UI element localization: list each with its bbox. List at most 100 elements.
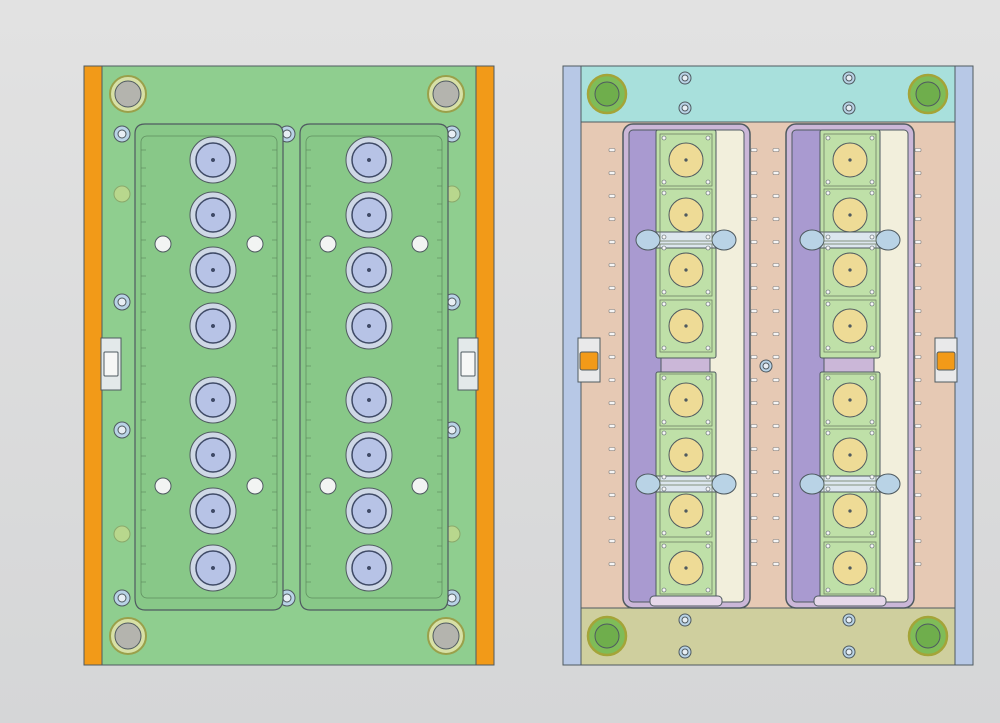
cavity-plate-right-strip <box>475 65 495 666</box>
core-screw <box>869 289 875 295</box>
slider-stud <box>772 194 780 198</box>
slider-stud <box>772 401 780 405</box>
mold-drawing-viewport <box>0 0 1000 723</box>
slider-stud <box>772 378 780 382</box>
slider-guide-end <box>875 229 901 251</box>
core-screw <box>825 190 831 196</box>
water-plug-core <box>282 129 292 139</box>
water-plug-core <box>117 593 127 603</box>
core-screw <box>705 375 711 381</box>
slider-stud <box>772 240 780 244</box>
slider-stud <box>608 562 616 566</box>
core-screw <box>705 289 711 295</box>
slider-stud <box>914 355 922 359</box>
cavity-plate <box>83 65 495 666</box>
slider-stud <box>772 263 780 267</box>
slider-stud <box>750 562 758 566</box>
cavity-gate-point <box>366 565 372 571</box>
slider-stud <box>608 240 616 244</box>
guide-pin <box>594 81 620 107</box>
slider-stud <box>914 562 922 566</box>
slider-stud <box>608 355 616 359</box>
core-screw <box>825 234 831 240</box>
core-screw <box>661 375 667 381</box>
guide-pin <box>114 80 142 108</box>
core-plate <box>562 65 974 666</box>
core-pin-center <box>684 453 688 457</box>
slider-stud <box>772 562 780 566</box>
slider-stud <box>750 355 758 359</box>
core-pin-center <box>848 158 852 162</box>
cavity-gate-point <box>210 157 216 163</box>
slider-stud <box>772 148 780 152</box>
core-screw <box>705 486 711 492</box>
slider-stud <box>750 493 758 497</box>
core-screw <box>869 375 875 381</box>
ejector-hole <box>319 477 337 495</box>
cavity-gate-point <box>210 323 216 329</box>
core-screw <box>825 587 831 593</box>
slider-stud <box>914 217 922 221</box>
core-screw <box>825 419 831 425</box>
slider-stud <box>608 263 616 267</box>
core-screw <box>825 486 831 492</box>
core-screw <box>705 179 711 185</box>
guide-pin <box>432 80 460 108</box>
pocket-bottom-lip <box>649 595 723 607</box>
slider-stud <box>914 424 922 428</box>
core-pin-center <box>684 566 688 570</box>
water-plug-core <box>447 297 457 307</box>
cavity-gate-point <box>210 565 216 571</box>
guide-pin <box>594 623 620 649</box>
ejector-hole <box>319 235 337 253</box>
slider-stud <box>772 424 780 428</box>
core-screw <box>705 301 711 307</box>
screw-core <box>681 74 689 82</box>
slider-guide-end <box>711 473 737 495</box>
water-plug-core <box>447 129 457 139</box>
top-clamp-plate <box>580 65 956 123</box>
core-screw <box>825 375 831 381</box>
core-screw <box>869 419 875 425</box>
slider-stud <box>750 309 758 313</box>
core-screw <box>869 587 875 593</box>
slider-stud <box>608 447 616 451</box>
core-screw <box>705 135 711 141</box>
ejector-hole <box>246 477 264 495</box>
core-screw <box>869 135 875 141</box>
slider-stud <box>608 217 616 221</box>
cavity-gate-point <box>210 267 216 273</box>
ejector-hole <box>411 477 429 495</box>
core-pocket-2 <box>785 123 915 609</box>
core-screw <box>661 289 667 295</box>
slider-stud <box>914 539 922 543</box>
core-screw <box>661 135 667 141</box>
pocket-bottom-lip <box>813 595 887 607</box>
core-pin-center <box>684 213 688 217</box>
core-screw <box>869 190 875 196</box>
core-screw <box>825 179 831 185</box>
slider-stud <box>750 240 758 244</box>
side-latch-block <box>579 351 599 371</box>
slider-stud <box>772 171 780 175</box>
slider-stud <box>750 516 758 520</box>
slider-guide-end <box>711 229 737 251</box>
slider-guide-end <box>799 473 825 495</box>
slider-stud <box>608 493 616 497</box>
core-screw <box>869 245 875 251</box>
core-pin-center <box>684 324 688 328</box>
guide-pin <box>915 623 941 649</box>
slider-stud <box>750 401 758 405</box>
core-screw <box>869 430 875 436</box>
core-screw <box>869 486 875 492</box>
core-screw <box>661 345 667 351</box>
slider-stud <box>914 309 922 313</box>
slider-stud <box>772 286 780 290</box>
slider-stud <box>914 401 922 405</box>
core-screw <box>869 474 875 480</box>
core-screw <box>661 245 667 251</box>
cavity-plate-left-strip <box>83 65 103 666</box>
ejector-hole <box>154 477 172 495</box>
screw-core <box>762 362 770 370</box>
cavity-gate-point <box>366 397 372 403</box>
